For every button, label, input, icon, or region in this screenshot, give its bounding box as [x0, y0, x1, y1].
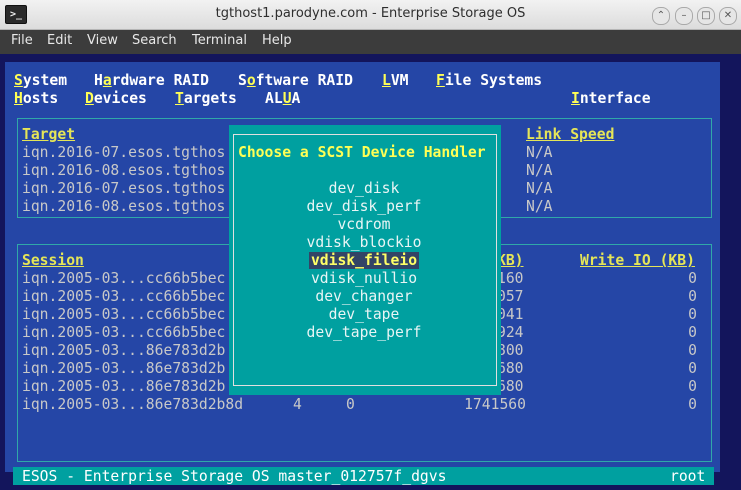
session-row-name: iqn.2005-03...cc66b5bec: [22, 324, 226, 341]
tui-menu-devices[interactable]: Devices: [85, 90, 147, 108]
target-row-name: iqn.2016-08.esos.tgthos: [22, 198, 226, 215]
tui-menu-software-raid[interactable]: Software RAID: [238, 72, 353, 90]
session-row-name: iqn.2005-03...cc66b5bec: [22, 306, 226, 323]
tui-menu-hosts[interactable]: Hosts: [14, 90, 58, 108]
status-bar-left: ESOS - Enterprise Storage OS master_0127…: [22, 468, 447, 485]
target-row-link: N/A: [526, 198, 553, 215]
window-titlebar[interactable]: >_ tgthost1.parodyne.com - Enterprise St…: [0, 0, 741, 30]
tui-menu-alua[interactable]: ALUA: [265, 90, 300, 108]
session-row-name: iqn.2005-03...86e783d2b: [22, 378, 226, 395]
sessions-header-session: Session: [22, 252, 84, 269]
shade-window-icon[interactable]: ⌃: [652, 7, 670, 25]
sessions-header-write-io: Write IO (KB): [580, 252, 695, 269]
target-row-link: N/A: [526, 144, 553, 161]
targets-header-link-speed: Link Speed: [526, 126, 615, 143]
handler-option-dev-disk-perf[interactable]: dev_disk_perf: [233, 198, 495, 216]
minimize-window-icon[interactable]: –: [675, 7, 693, 25]
target-row-link: N/A: [526, 162, 553, 179]
handler-option-vdisk-fileio-selected[interactable]: vdisk_fileio: [233, 252, 495, 270]
session-row-name: iqn.2005-03...cc66b5bec: [22, 288, 226, 305]
tui-menu-file-systems[interactable]: File Systems: [436, 72, 542, 90]
session-row-name: iqn.2005-03...86e783d2b8d: [22, 396, 244, 413]
handler-option-dev-tape[interactable]: dev_tape: [233, 306, 495, 324]
menu-edit[interactable]: Edit: [47, 33, 72, 48]
session-row-write: 0: [688, 396, 697, 413]
handler-option-dev-disk[interactable]: dev_disk: [233, 180, 495, 198]
handler-option-vcdrom[interactable]: vcdrom: [233, 216, 495, 234]
tui-menu-interface[interactable]: Interface: [571, 90, 651, 108]
target-row-name: iqn.2016-07.esos.tgthos: [22, 180, 226, 197]
session-row-write: 0: [688, 270, 697, 287]
menu-help[interactable]: Help: [262, 33, 292, 48]
close-window-icon[interactable]: ✕: [719, 7, 737, 25]
maximize-window-icon[interactable]: □: [697, 7, 715, 25]
session-row-write: 0: [688, 360, 697, 377]
dialog-title: Choose a SCST Device Handler: [238, 144, 486, 161]
status-bar-user: root: [670, 468, 706, 485]
session-row-name: iqn.2005-03...86e783d2b: [22, 360, 226, 377]
menu-terminal[interactable]: Terminal: [192, 33, 247, 48]
session-row-write: 0: [688, 288, 697, 305]
menu-file[interactable]: File: [11, 33, 33, 48]
target-row-link: N/A: [526, 180, 553, 197]
session-row-col3: 0: [346, 396, 355, 413]
session-row-col2: 4: [293, 396, 302, 413]
session-row-write: 0: [688, 378, 697, 395]
session-row-write: 0: [688, 324, 697, 341]
tui-menu-lvm[interactable]: LVM: [382, 72, 409, 90]
handler-option-vdisk-nullio[interactable]: vdisk_nullio: [233, 270, 495, 288]
window-title: tgthost1.parodyne.com - Enterprise Stora…: [215, 6, 526, 21]
session-row-name: iqn.2005-03...86e783d2b: [22, 342, 226, 359]
menubar: File Edit View Search Terminal Help: [0, 30, 741, 54]
handler-option-dev-tape-perf[interactable]: dev_tape_perf: [233, 324, 495, 342]
tui-menu-targets[interactable]: Targets: [175, 90, 237, 108]
targets-header-target: Target: [22, 126, 76, 143]
menu-search[interactable]: Search: [132, 33, 177, 48]
session-row-read: 1741560: [464, 396, 526, 413]
menu-view[interactable]: View: [87, 33, 118, 48]
tui-menu-system[interactable]: System: [14, 72, 67, 90]
handler-option-vdisk-blockio[interactable]: vdisk_blockio: [233, 234, 495, 252]
session-row-name: iqn.2005-03...cc66b5bec: [22, 270, 226, 287]
session-row-write: 0: [688, 306, 697, 323]
tui-menu-hardware-raid[interactable]: Hardware RAID: [94, 72, 209, 90]
target-row-name: iqn.2016-08.esos.tgthos: [22, 162, 226, 179]
selected-handler-label: vdisk_fileio: [308, 252, 420, 269]
handler-option-dev-changer[interactable]: dev_changer: [233, 288, 495, 306]
target-row-name: iqn.2016-07.esos.tgthos: [22, 144, 226, 161]
session-row-write: 0: [688, 342, 697, 359]
